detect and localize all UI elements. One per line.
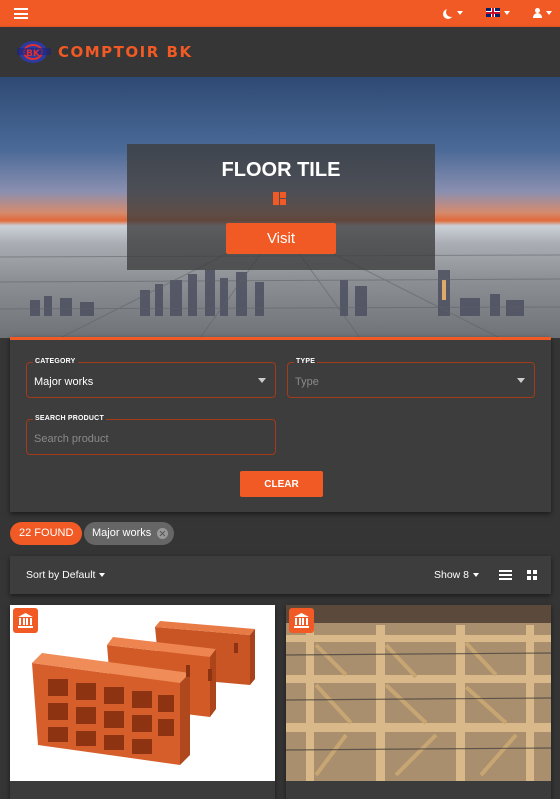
theme-toggle[interactable]	[443, 8, 463, 18]
chevron-down-icon	[457, 11, 463, 15]
type-label: TYPE	[294, 358, 318, 365]
product-image-formwork	[286, 605, 551, 781]
chevron-down-icon	[517, 378, 525, 383]
svg-text:BK: BK	[26, 49, 41, 59]
results-count-badge: 22 FOUND	[10, 522, 83, 545]
sort-dropdown[interactable]: Sort by Default	[26, 569, 106, 581]
category-label: CATEGORY	[33, 358, 78, 365]
featured-category-card: FLOOR TILE Visit	[127, 144, 435, 270]
top-bar	[0, 0, 560, 27]
type-select[interactable]: TYPE Type	[287, 358, 535, 398]
grid-view-icon[interactable]	[527, 570, 537, 580]
clear-button[interactable]: CLEAR	[240, 471, 323, 497]
search-product-label: SEARCH PRODUCT	[33, 415, 106, 422]
logo[interactable]: BK COMPTOIR BK	[15, 38, 193, 66]
category-select[interactable]: CATEGORY Major works	[26, 358, 276, 398]
page-size-dropdown[interactable]: Show 8	[434, 569, 480, 581]
grid-icon	[273, 192, 286, 205]
type-placeholder: Type	[295, 376, 319, 388]
bank-icon	[13, 608, 38, 633]
product-image-bricks	[10, 605, 275, 781]
hero-banner: FLOOR TILE Visit	[0, 77, 560, 338]
chevron-down-icon	[504, 10, 510, 15]
category-value: Major works	[34, 376, 94, 388]
chevron-down-icon	[99, 573, 106, 577]
filter-panel: CATEGORY Major works TYPE Type SEARCH PR…	[10, 337, 551, 512]
chevron-down-icon	[546, 11, 552, 15]
list-view-icon[interactable]	[499, 570, 512, 580]
sort-toolbar: Sort by Default Show 8	[10, 556, 551, 594]
search-product-input[interactable]: SEARCH PRODUCT Search product	[26, 415, 276, 455]
search-product-placeholder: Search product	[34, 433, 109, 445]
show-label: Show 8	[434, 569, 470, 581]
visit-button[interactable]: Visit	[226, 223, 336, 254]
logo-mark-icon: BK	[17, 41, 51, 63]
bank-icon	[289, 608, 314, 633]
site-header: BK COMPTOIR BK	[0, 27, 560, 77]
uk-flag-icon	[486, 8, 500, 17]
user-icon	[532, 8, 542, 18]
product-card[interactable]	[286, 605, 551, 799]
close-icon[interactable]	[157, 528, 169, 539]
product-card[interactable]	[10, 605, 275, 799]
active-filter-chip[interactable]: Major works	[84, 522, 175, 545]
card-footer	[10, 781, 275, 799]
hamburger-icon[interactable]	[14, 8, 28, 19]
language-selector[interactable]	[486, 8, 510, 17]
chevron-down-icon	[258, 378, 266, 383]
chevron-down-icon	[473, 573, 480, 577]
logo-text: COMPTOIR BK	[58, 43, 193, 61]
account-menu[interactable]	[532, 8, 552, 18]
featured-category-title: FLOOR TILE	[221, 159, 341, 181]
active-filter-label: Major works	[92, 527, 152, 539]
sort-label: Sort by Default	[26, 569, 96, 581]
card-footer	[286, 781, 551, 799]
moon-icon	[446, 7, 456, 17]
